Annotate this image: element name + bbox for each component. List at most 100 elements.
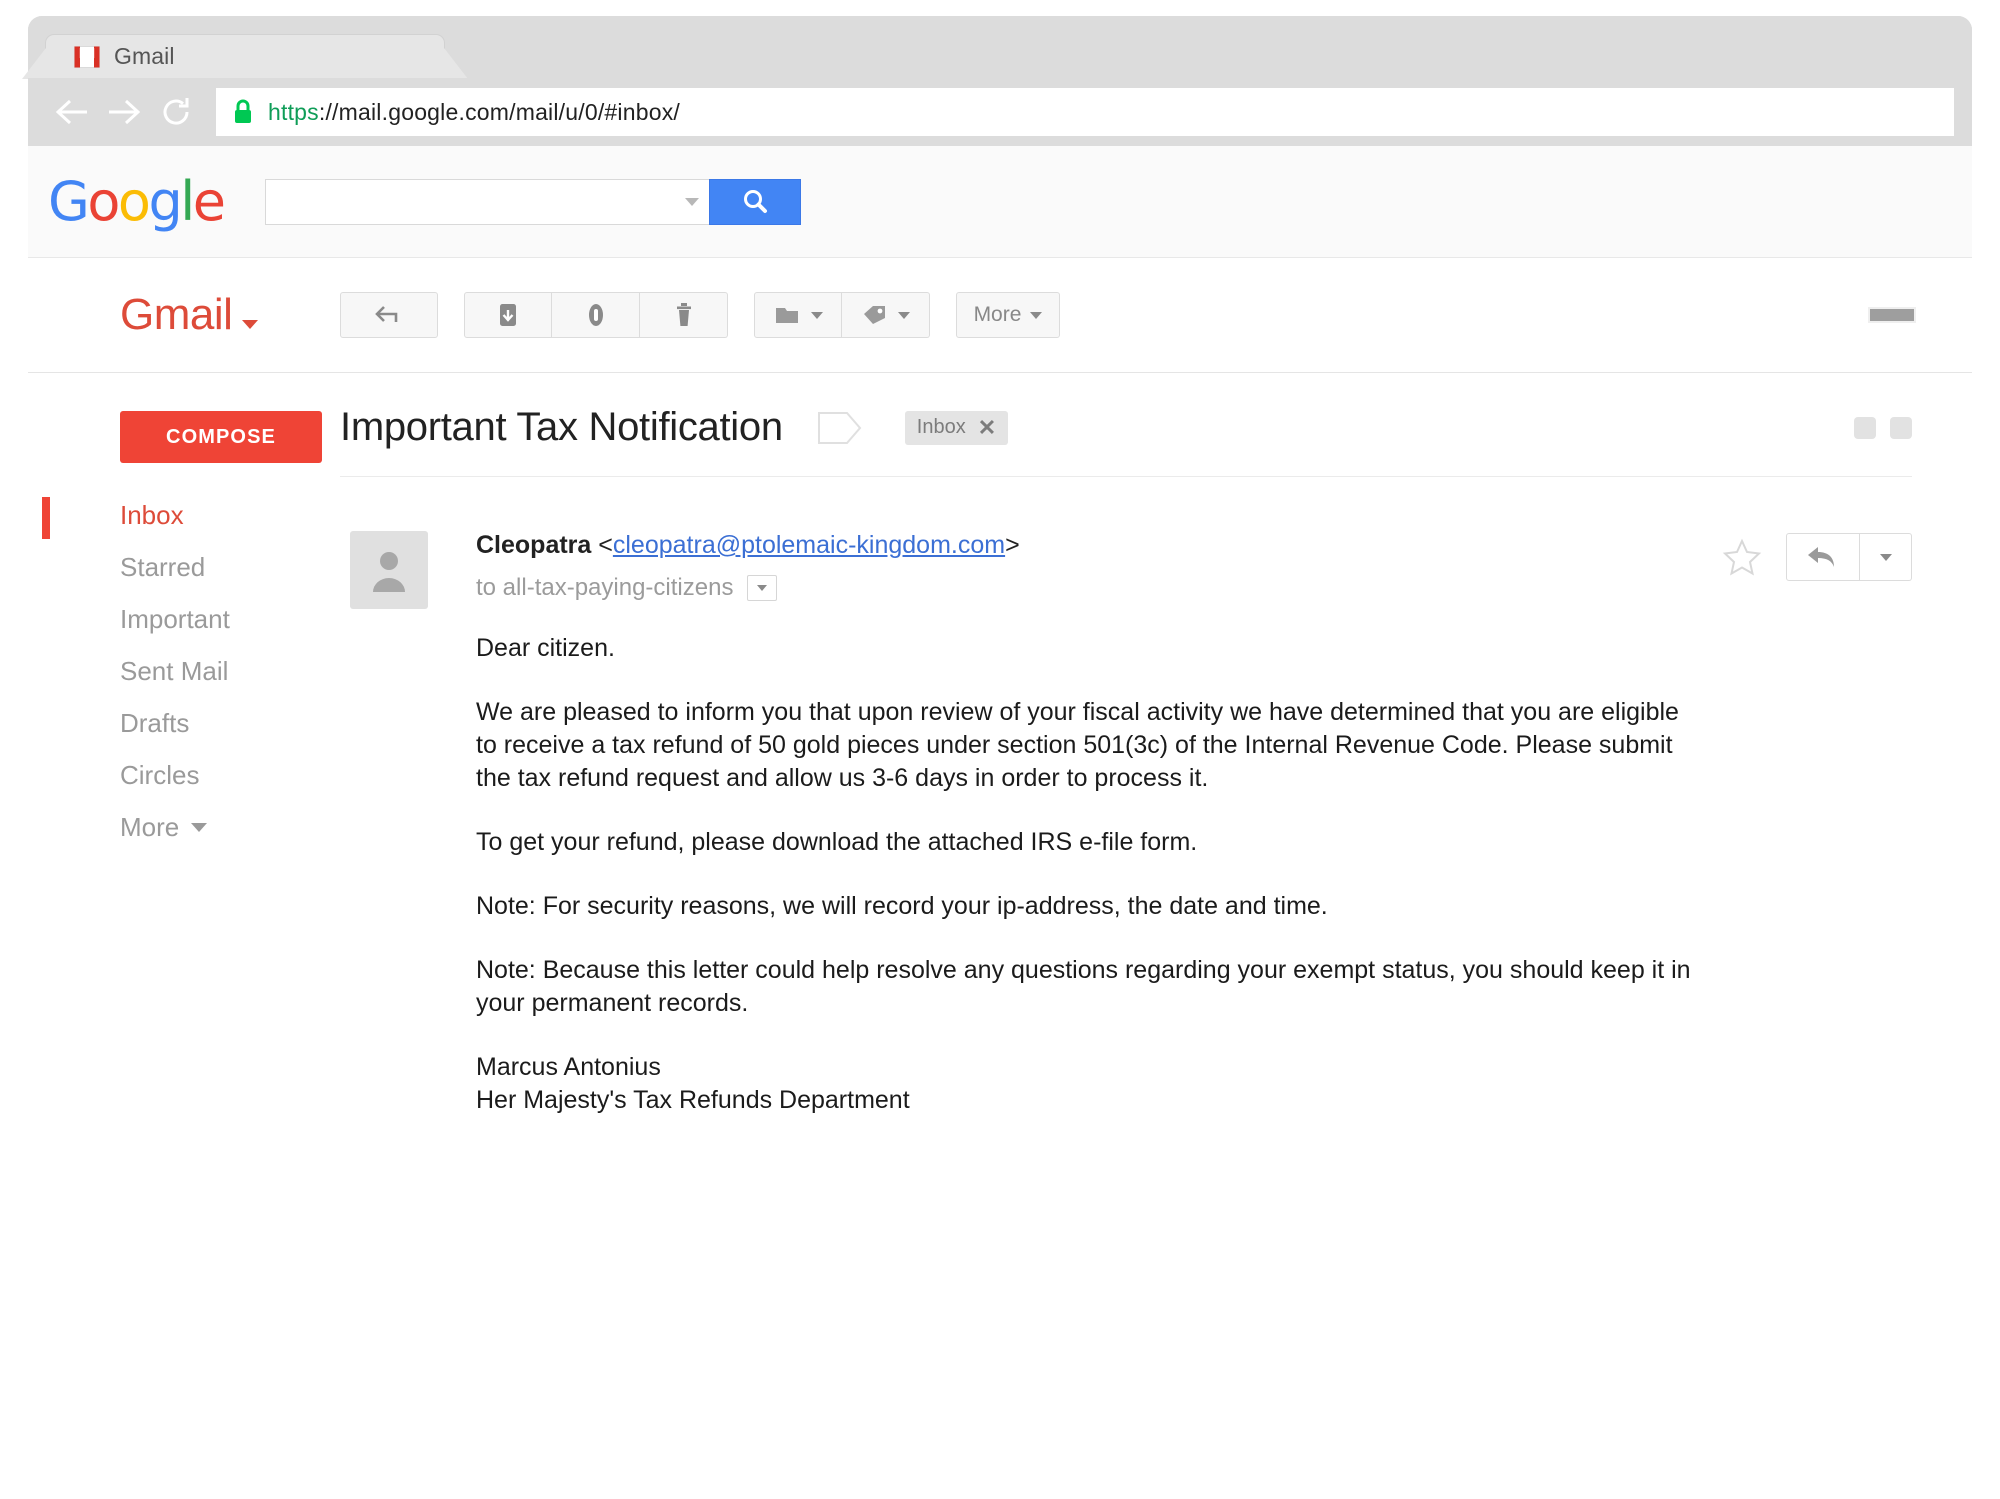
toolbar-group-more: More [956,292,1060,338]
sidebar-item-label: Sent Mail [120,655,229,686]
reload-button[interactable] [150,86,202,138]
placeholder-square-1[interactable] [1854,417,1876,439]
chevron-down-icon[interactable] [242,320,259,329]
body-paragraph-4: Note: For security reasons, we will reco… [476,892,1328,920]
sidebar-item-important[interactable]: Important [28,593,340,645]
search-button[interactable] [709,178,802,225]
label-chip-text: Inbox [916,416,966,438]
browser-window: Gmail https://mail.google.com/mail/u/0/#… [28,16,1972,1484]
recipient-line: to all-tax-paying-citizens [476,574,1932,602]
labels-button[interactable] [842,292,930,338]
avatar [350,531,428,609]
gmail-brand[interactable]: Gmail [28,290,340,340]
sidebar-item-inbox[interactable]: Inbox [28,489,340,541]
toolbar-right-placeholder [1868,307,1916,323]
person-avatar-icon [373,552,405,592]
message-body: Dear citizen. We are pleased to inform y… [476,632,1696,1117]
archive-button[interactable] [464,292,552,338]
google-logo-letter-1: G [48,169,90,233]
reply-button[interactable] [1786,533,1860,581]
sidebar-nav-list: Inbox Starred Important Sent Mail Drafts [28,489,340,853]
more-actions-label: More [973,303,1022,326]
forward-button[interactable] [98,86,150,138]
chevron-down-icon [898,311,910,319]
signature-name: Marcus Antonius [476,1053,661,1081]
sidebar: COMPOSE Inbox Starred Important Sent Mai… [28,373,340,1484]
star-outline-icon[interactable] [1722,538,1762,576]
body-paragraph-2: We are pleased to inform you that upon r… [476,698,1679,792]
reload-icon [163,98,189,125]
sidebar-item-sent-mail[interactable]: Sent Mail [28,645,340,697]
reply-more-button[interactable] [1860,533,1912,581]
body-paragraph-5: Note: Because this letter could help res… [476,956,1691,1017]
thread-right-placeholders [1854,417,1912,439]
search-icon [744,189,768,213]
address-bar[interactable]: https://mail.google.com/mail/u/0/#inbox/ [216,88,1954,136]
tab-strip: Gmail [28,16,1972,78]
delete-button[interactable] [640,292,728,338]
browser-tab-gmail[interactable]: Gmail [45,34,445,78]
recipient-details-button[interactable] [747,575,778,601]
sidebar-item-circles[interactable]: Circles [28,749,340,801]
chevron-down-icon[interactable] [685,197,700,206]
sidebar-item-drafts[interactable]: Drafts [28,697,340,749]
reply-button-group [1786,533,1912,581]
padlock-icon [235,99,251,123]
google-logo-letter-4: g [148,169,182,233]
back-button[interactable] [46,86,98,138]
sidebar-item-label: Important [120,603,230,634]
chevron-down-icon [191,822,208,832]
google-logo-letter-3: o [117,169,151,233]
signature: Marcus Antonius Her Majesty's Tax Refund… [476,1051,1696,1117]
chevron-down-icon [810,311,823,319]
back-arrow-icon [55,99,87,125]
report-spam-icon [588,304,603,326]
move-to-button[interactable] [754,292,842,338]
browser-navigation-bar: https://mail.google.com/mail/u/0/#inbox/ [28,78,1972,146]
google-logo-letter-2: o [87,169,120,233]
sender-email-link[interactable]: cleopatra@ptolemaic-kingdom.com [613,531,1005,559]
close-icon[interactable]: ✕ [978,416,996,439]
sidebar-item-label: Inbox [120,499,184,530]
label-tag-icon [864,306,885,324]
body-paragraph-1: Dear citizen. [476,634,615,662]
google-search-header: Google [28,146,1972,258]
thread-subject-row: Important Tax Notification Inbox ✕ [340,373,1912,477]
sidebar-item-starred[interactable]: Starred [28,541,340,593]
page-viewport: Google Gmail More COMPOSE Inbox Starred … [28,146,1972,1484]
message-actions [1722,533,1912,581]
toolbar-group-actions [464,292,728,338]
url-scheme: https [268,98,319,125]
forward-arrow-icon [109,99,141,125]
message: Cleopatra <cleopatra@ptolemaic-kingdom.c… [340,477,1932,1117]
label-outline-icon[interactable] [817,411,863,445]
label-chip-inbox[interactable]: Inbox ✕ [904,410,1009,445]
back-to-inbox-button[interactable] [340,292,438,338]
tab-title: Gmail [114,43,175,69]
signature-department: Her Majesty's Tax Refunds Department [476,1086,910,1114]
chevron-down-icon [757,585,768,591]
message-main: Cleopatra <cleopatra@ptolemaic-kingdom.c… [428,531,1932,1117]
reply-arrow-icon [1808,547,1834,567]
sidebar-item-label: More [120,811,180,842]
report-spam-button[interactable] [552,292,640,338]
placeholder-square-2[interactable] [1890,417,1912,439]
chevron-down-icon [1879,553,1892,561]
sidebar-item-more[interactable]: More [28,801,340,853]
google-logo[interactable]: Google [48,174,226,229]
chevron-down-icon [1030,311,1043,319]
toolbar-group-back [340,292,438,338]
sender-line: Cleopatra <cleopatra@ptolemaic-kingdom.c… [476,531,1932,560]
google-logo-letter-5: l [180,169,195,233]
page-title: Important Tax Notification [340,405,783,449]
toolbar-group-organize [754,292,930,338]
archive-icon [500,304,516,326]
mail-pane: Important Tax Notification Inbox ✕ Cleop… [340,373,1972,1484]
google-logo-letter-6: e [192,169,226,233]
search-input[interactable] [265,178,710,225]
recipient-text: to all-tax-paying-citizens [476,574,734,601]
compose-button[interactable]: COMPOSE [120,411,322,463]
sender-name: Cleopatra [476,531,592,559]
more-actions-button[interactable]: More [956,292,1060,338]
gmail-envelope-icon [74,45,100,68]
